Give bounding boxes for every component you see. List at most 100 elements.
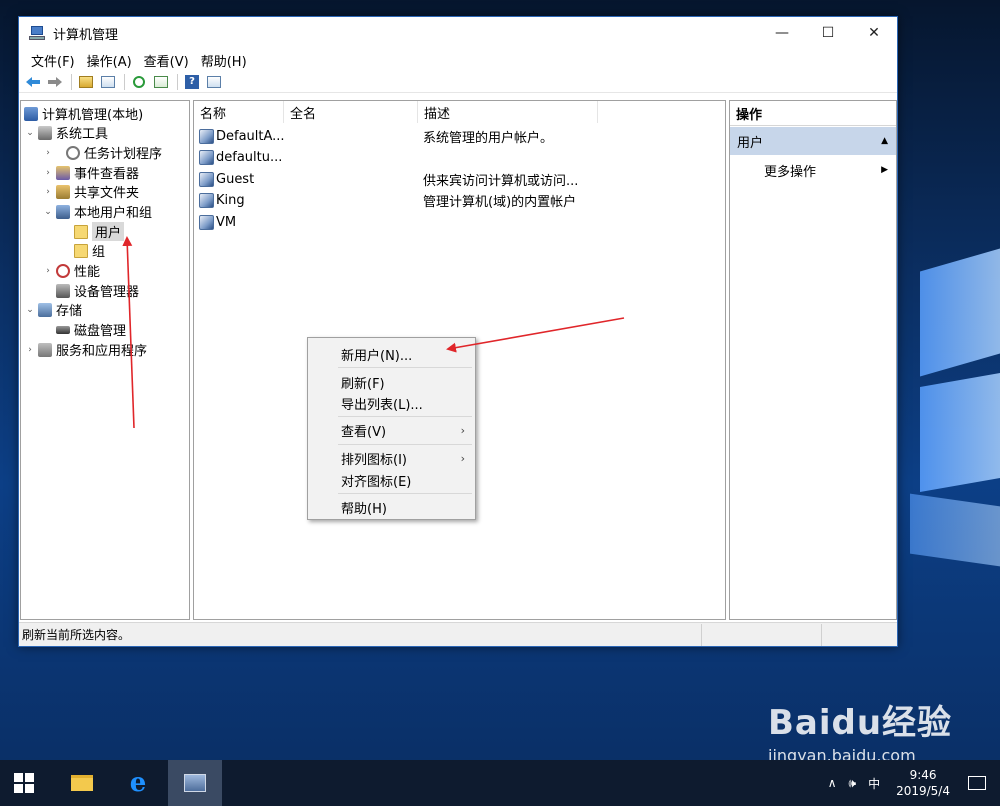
menu-item-export-list[interactable]: 导出列表(L)... <box>309 392 474 414</box>
show-hide-tree-icon[interactable] <box>98 72 118 92</box>
chevron-down-icon[interactable]: ⌄ <box>42 207 54 217</box>
maximize-button[interactable]: ☐ <box>805 17 851 49</box>
tree-disk-management[interactable]: 磁盘管理 <box>56 320 126 339</box>
tree-local-users-groups[interactable]: ⌄ 本地用户和组 <box>42 202 152 221</box>
list-item[interactable]: Guest 供来宾访问计算机或访问... <box>199 169 578 190</box>
column-header-description[interactable]: 描述 <box>418 101 598 123</box>
disk-icon <box>56 325 70 334</box>
minimize-button[interactable]: — <box>759 17 805 49</box>
collapse-triangle-icon[interactable]: ▲ <box>881 136 888 146</box>
tree-shared-folders[interactable]: › 共享文件夹 <box>42 182 139 201</box>
tree-storage[interactable]: ⌄ 存储 <box>24 300 82 319</box>
clock[interactable]: 9:46 2019/5/4 <box>896 767 950 799</box>
properties-icon[interactable] <box>204 72 224 92</box>
chevron-right-icon[interactable]: › <box>42 168 54 178</box>
computer-management-taskbar-button[interactable] <box>168 760 222 806</box>
user-name: VM <box>216 215 237 230</box>
tree-device-manager[interactable]: 设备管理器 <box>56 281 139 300</box>
context-menu: 新用户(N)... 刷新(F) 导出列表(L)... 查看(V) › 排列图标(… <box>307 337 476 520</box>
folder-icon <box>74 224 88 239</box>
menu-item-new-user[interactable]: 新用户(N)... <box>309 343 474 365</box>
more-actions[interactable]: 更多操作 ▶ <box>764 159 894 181</box>
user-icon <box>199 193 214 208</box>
performance-icon <box>56 263 70 278</box>
menu-bar: 文件(F) 操作(A) 查看(V) 帮助(H) <box>19 49 897 71</box>
menu-item-view[interactable]: 查看(V) › <box>309 419 474 441</box>
chevron-down-icon[interactable]: ⌄ <box>24 305 36 315</box>
internet-explorer-button[interactable]: e <box>114 760 162 806</box>
list-item[interactable]: VM <box>199 212 236 233</box>
tree-event-viewer[interactable]: › 事件查看器 <box>42 163 139 182</box>
folder-icon <box>74 243 88 258</box>
tree-performance[interactable]: › 性能 <box>42 261 100 280</box>
status-cell <box>821 623 897 646</box>
users-groups-icon <box>56 204 70 219</box>
file-explorer-button[interactable] <box>58 760 106 806</box>
tree-groups[interactable]: 组 <box>74 241 105 260</box>
tree-root[interactable]: 计算机管理(本地) <box>24 104 143 123</box>
start-button[interactable] <box>0 760 48 806</box>
submenu-arrow-icon: ▶ <box>881 165 888 175</box>
refresh-icon[interactable] <box>129 72 149 92</box>
tree-services-apps[interactable]: › 服务和应用程序 <box>24 340 147 359</box>
help-icon[interactable]: ? <box>182 72 202 92</box>
services-icon <box>38 342 52 357</box>
actions-pane: 操作 用户 ▲ 更多操作 ▶ <box>729 100 897 620</box>
column-header-name[interactable]: 名称 <box>194 101 284 123</box>
status-text: 刷新当前所选内容。 <box>22 628 131 642</box>
navigation-tree: 计算机管理(本地) ⌄ 系统工具 › 任务计划程序 › 事件查看器 › 共享文件夹 ⌄ 本… <box>20 100 190 620</box>
user-icon <box>199 215 214 230</box>
watermark-main: Baidu经验 <box>768 703 953 743</box>
export-list-icon[interactable] <box>151 72 171 92</box>
clock-icon <box>66 145 80 160</box>
ime-indicator[interactable]: 中 <box>868 775 880 792</box>
submenu-arrow-icon: › <box>460 451 465 465</box>
menu-item-refresh[interactable]: 刷新(F) <box>309 371 474 393</box>
tree-users[interactable]: 用户 <box>74 222 125 241</box>
system-tray: ∧ 🕪 中 9:46 2019/5/4 <box>822 760 1000 806</box>
status-bar: 刷新当前所选内容。 <box>19 622 897 646</box>
storage-icon <box>38 302 52 317</box>
column-header-fullname[interactable]: 全名 <box>284 101 418 123</box>
chevron-down-icon[interactable]: ⌄ <box>24 128 36 138</box>
list-item[interactable]: King 管理计算机(域)的内置帐户 <box>199 190 576 211</box>
tray-caret-icon[interactable]: ∧ <box>828 776 837 790</box>
up-folder-icon[interactable] <box>76 72 96 92</box>
volume-icon[interactable]: 🕪 <box>849 776 857 791</box>
back-arrow-icon[interactable] <box>23 72 43 92</box>
notification-icon[interactable] <box>968 776 986 790</box>
menu-view[interactable]: 查看(V) <box>138 51 195 70</box>
folder-icon <box>71 775 93 791</box>
device-manager-icon <box>56 283 70 298</box>
tree-system-tools[interactable]: ⌄ 系统工具 <box>24 123 108 142</box>
status-cell <box>701 623 821 646</box>
user-icon <box>199 129 214 144</box>
menu-item-arrange-icons[interactable]: 排列图标(I) › <box>309 447 474 469</box>
chevron-right-icon[interactable]: › <box>42 266 54 276</box>
more-actions-label: 更多操作 <box>764 164 817 180</box>
internet-explorer-icon: e <box>129 768 147 798</box>
tools-icon <box>38 125 52 140</box>
user-icon <box>199 150 214 165</box>
clock-time: 9:46 <box>909 768 937 782</box>
computer-management-window: 计算机管理 — ☐ ✕ 文件(F) 操作(A) 查看(V) 帮助(H) ? 计算… <box>18 16 898 647</box>
list-item[interactable]: DefaultA... 系统管理的用户帐户。 <box>199 126 553 147</box>
chevron-right-icon[interactable]: › <box>24 345 36 355</box>
chevron-right-icon[interactable]: › <box>42 148 54 158</box>
menu-action[interactable]: 操作(A) <box>81 51 138 70</box>
menu-item-help[interactable]: 帮助(H) <box>309 496 474 518</box>
close-button[interactable]: ✕ <box>851 17 897 49</box>
user-name: DefaultA... <box>216 129 285 144</box>
menu-file[interactable]: 文件(F) <box>25 51 81 70</box>
title-bar: 计算机管理 — ☐ ✕ <box>19 17 897 49</box>
chevron-right-icon[interactable]: › <box>42 187 54 197</box>
actions-section-users[interactable]: 用户 ▲ <box>730 127 896 155</box>
user-description: 系统管理的用户帐户。 <box>423 131 554 146</box>
forward-arrow-icon[interactable] <box>45 72 65 92</box>
tree-task-scheduler[interactable]: › 任务计划程序 <box>42 143 162 162</box>
window-title: 计算机管理 <box>53 27 119 43</box>
user-description: 供来宾访问计算机或访问... <box>423 174 579 189</box>
menu-help[interactable]: 帮助(H) <box>195 51 253 70</box>
menu-item-align-icons[interactable]: 对齐图标(E) <box>309 469 474 491</box>
list-item[interactable]: defaultu... <box>199 147 282 168</box>
